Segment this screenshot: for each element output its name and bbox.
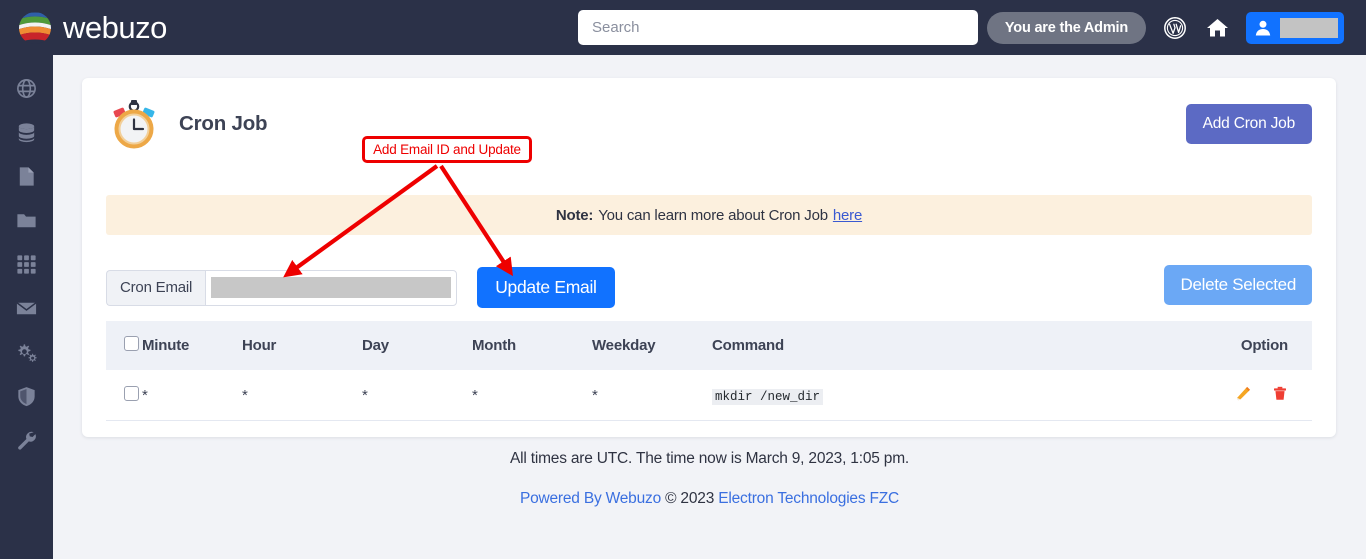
update-email-button[interactable]: Update Email	[477, 267, 615, 308]
file-icon	[15, 165, 38, 193]
row-command-cell: mkdir /new_dir	[712, 370, 1192, 421]
database-icon	[15, 121, 38, 149]
search-input[interactable]	[578, 10, 978, 45]
note-banner: Note: You can learn more about Cron Job …	[106, 195, 1312, 235]
gears-icon	[15, 341, 39, 369]
sidebar	[0, 55, 53, 559]
row-hour: *	[242, 370, 362, 421]
admin-badge[interactable]: You are the Admin	[986, 11, 1146, 44]
cron-email-input[interactable]	[205, 269, 458, 306]
table-header-day: Day	[362, 337, 389, 354]
globe-icon	[15, 77, 38, 105]
sidebar-item-globe[interactable]	[0, 69, 53, 113]
note-text: You can learn more about Cron Job	[598, 206, 828, 224]
pencil-icon[interactable]	[1235, 385, 1252, 405]
cron-email-value-redacted	[211, 277, 452, 298]
brand[interactable]: webuzo	[16, 9, 296, 47]
user-account-button[interactable]	[1246, 11, 1344, 44]
trash-icon[interactable]	[1272, 385, 1288, 405]
stopwatch-icon	[106, 96, 162, 152]
table-header-month: Month	[472, 337, 516, 354]
top-right-actions: You are the Admin	[986, 0, 1344, 55]
sidebar-item-security[interactable]	[0, 377, 53, 421]
sidebar-item-apps[interactable]	[0, 245, 53, 289]
wordpress-icon[interactable]	[1162, 15, 1188, 41]
cron-job-card: Cron Job Add Cron Job Note: You can lear…	[82, 78, 1336, 437]
cron-email-form: Cron Email Update Email	[106, 267, 615, 308]
cron-email-input-group: Cron Email	[106, 269, 458, 306]
top-navigation-bar: webuzo You are the Admin	[0, 0, 1366, 55]
cron-jobs-table: Minute Hour Day Month Weekday Command Op…	[106, 321, 1312, 421]
row-minute: *	[142, 370, 242, 421]
card-header: Cron Job	[106, 96, 268, 152]
table-header-option: Option	[1240, 337, 1288, 354]
row-select-cell	[106, 370, 142, 421]
page-title: Cron Job	[179, 112, 268, 135]
search-container	[578, 10, 978, 45]
sidebar-item-database[interactable]	[0, 113, 53, 157]
sidebar-item-mail[interactable]	[0, 289, 53, 333]
webuzo-logo-icon	[16, 9, 54, 47]
footer-powered-by-link[interactable]: Powered By Webuzo	[520, 490, 661, 507]
envelope-icon	[15, 297, 38, 325]
sidebar-item-file[interactable]	[0, 157, 53, 201]
row-command: mkdir /new_dir	[712, 388, 824, 405]
shield-icon	[15, 385, 38, 413]
sidebar-item-tools[interactable]	[0, 421, 53, 465]
note-here-link[interactable]: here	[833, 207, 862, 224]
footer-credit: Powered By Webuzo © 2023 Electron Techno…	[53, 490, 1366, 508]
wrench-icon	[15, 429, 38, 457]
brand-name: webuzo	[63, 10, 167, 45]
row-day: *	[362, 370, 472, 421]
row-checkbox[interactable]	[124, 386, 139, 401]
table-header-row: Minute Hour Day Month Weekday Command Op…	[106, 321, 1312, 370]
sidebar-item-settings[interactable]	[0, 333, 53, 377]
row-month: *	[472, 370, 592, 421]
delete-selected-button[interactable]: Delete Selected	[1164, 265, 1312, 305]
add-cron-job-button[interactable]: Add Cron Job	[1185, 104, 1312, 144]
row-options-cell	[1192, 370, 1312, 421]
user-icon	[1255, 20, 1271, 35]
cron-jobs-table-wrapper: Minute Hour Day Month Weekday Command Op…	[106, 321, 1312, 421]
table-body: * * * * * mkdir /new_dir	[106, 370, 1312, 421]
apps-grid-icon	[15, 253, 38, 281]
folder-icon	[15, 209, 38, 237]
table-header-command: Command	[712, 337, 784, 354]
row-weekday: *	[592, 370, 712, 421]
note-label: Note:	[555, 206, 594, 224]
table-head: Minute Hour Day Month Weekday Command Op…	[106, 321, 1312, 370]
footer-copyright: © 2023	[665, 490, 715, 507]
table-header-weekday: Weekday	[592, 337, 656, 354]
app-root: webuzo You are the Admin	[0, 0, 1366, 559]
table-header-hour: Hour	[242, 337, 277, 354]
select-all-checkbox[interactable]	[124, 336, 139, 351]
sidebar-item-folder[interactable]	[0, 201, 53, 245]
table-header-select-all	[106, 321, 142, 370]
username-redacted	[1280, 17, 1338, 38]
table-row: * * * * * mkdir /new_dir	[106, 370, 1312, 421]
cron-email-label: Cron Email	[106, 269, 206, 306]
home-icon[interactable]	[1204, 15, 1230, 41]
page-footer: All times are UTC. The time now is March…	[53, 450, 1366, 508]
footer-time-notice: All times are UTC. The time now is March…	[509, 450, 910, 467]
table-header-minute: Minute	[142, 337, 190, 354]
footer-company-link[interactable]: Electron Technologies FZC	[718, 490, 899, 507]
